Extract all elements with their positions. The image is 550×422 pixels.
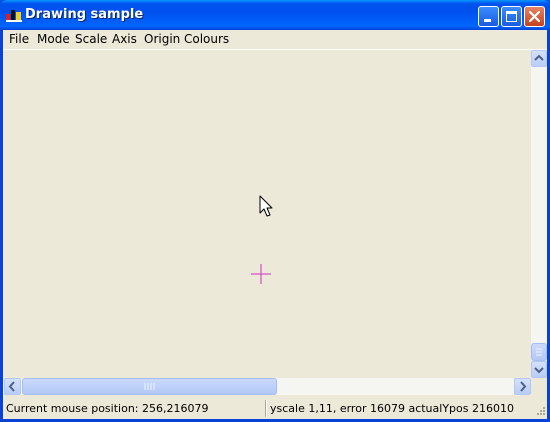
scroll-up-button[interactable] (531, 50, 547, 67)
resize-grip-icon[interactable] (534, 406, 546, 418)
canvas-drawing (251, 195, 273, 284)
scroll-left-button[interactable] (4, 378, 21, 395)
status-separator (265, 400, 266, 417)
close-icon (528, 10, 541, 23)
chevron-right-icon (520, 381, 527, 392)
status-scale-info: yscale 1,11, error 16079 actualYpos 2160… (270, 402, 514, 415)
menu-mode[interactable]: Mode (37, 32, 70, 46)
menu-bar: File Mode Scale Axis Origin Colours (3, 30, 547, 50)
close-button[interactable] (524, 6, 545, 27)
menu-origin[interactable]: Origin (144, 32, 180, 46)
mouse-pointer-icon (259, 195, 273, 217)
menu-file[interactable]: File (9, 32, 29, 46)
chevron-left-icon (8, 381, 15, 392)
grip-icon (144, 383, 155, 390)
window-title: Drawing sample (25, 7, 144, 22)
crosshair-marker (251, 264, 271, 284)
menu-scale[interactable]: Scale (75, 32, 107, 46)
grip-icon (536, 348, 542, 356)
status-bar: Current mouse position: 256,216079 yscal… (3, 398, 547, 419)
minimize-button[interactable] (478, 6, 499, 27)
maximize-icon (506, 11, 517, 22)
drawing-canvas[interactable] (4, 50, 531, 378)
client-area: File Mode Scale Axis Origin Colours Curr… (3, 30, 547, 419)
scroll-down-button[interactable] (531, 361, 547, 378)
chevron-down-icon (534, 367, 544, 374)
horizontal-scroll-thumb[interactable] (22, 378, 277, 395)
status-mouse-position: Current mouse position: 256,216079 (6, 402, 209, 415)
app-window: Drawing sample File Mode Scale Axis Orig… (0, 0, 550, 422)
horizontal-scrollbar[interactable] (4, 378, 531, 395)
vertical-scroll-thumb[interactable] (531, 343, 547, 361)
menu-colours[interactable]: Colours (184, 32, 229, 46)
title-bar[interactable]: Drawing sample (0, 0, 550, 30)
app-icon (6, 10, 22, 22)
scroll-right-button[interactable] (514, 378, 531, 395)
scrollbar-corner (531, 378, 547, 395)
chevron-up-icon (534, 54, 544, 61)
minimize-icon (484, 19, 491, 22)
maximize-button[interactable] (501, 6, 522, 27)
menu-axis[interactable]: Axis (112, 32, 137, 46)
vertical-scrollbar[interactable] (531, 50, 547, 378)
